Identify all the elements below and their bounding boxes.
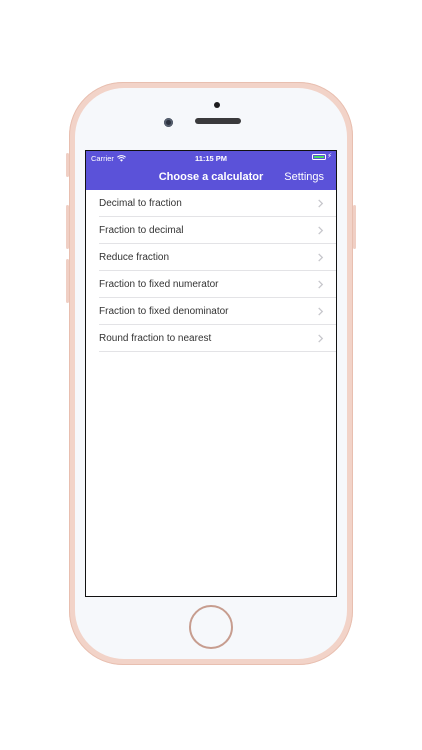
chevron-right-icon (318, 307, 324, 316)
front-camera (164, 118, 173, 127)
volume-down-button (66, 259, 69, 303)
earpiece-speaker (195, 118, 241, 124)
charging-bolt-icon: ⚡ (327, 153, 332, 160)
chevron-right-icon (318, 226, 324, 235)
proximity-sensor (214, 102, 220, 108)
row-label: Fraction to decimal (99, 225, 184, 236)
calculator-row-fraction-to-decimal[interactable]: Fraction to decimal (86, 217, 336, 244)
status-time: 11:15 PM (194, 154, 228, 163)
volume-up-button (66, 205, 69, 249)
settings-button[interactable]: Settings (284, 171, 324, 183)
row-label: Round fraction to nearest (99, 333, 212, 344)
row-label: Decimal to fraction (99, 198, 182, 209)
chevron-right-icon (318, 334, 324, 343)
status-bar: Carrier 11:15 PM ⚡ (86, 151, 336, 165)
row-label: Fraction to fixed numerator (99, 279, 219, 290)
row-divider (99, 351, 336, 352)
calculator-row-fixed-denominator[interactable]: Fraction to fixed denominator (86, 298, 336, 325)
home-button[interactable] (189, 605, 233, 649)
power-button (353, 205, 356, 249)
row-label: Fraction to fixed denominator (99, 306, 229, 317)
chevron-right-icon (318, 253, 324, 262)
battery-icon: ⚡ (312, 153, 332, 160)
row-label: Reduce fraction (99, 252, 170, 263)
calculator-row-fixed-numerator[interactable]: Fraction to fixed numerator (86, 271, 336, 298)
calculator-row-decimal-to-fraction[interactable]: Decimal to fraction (86, 190, 336, 217)
navigation-bar: Carrier 11:15 PM ⚡ Choose a calculator S… (86, 151, 336, 190)
calculator-row-round-fraction[interactable]: Round fraction to nearest (86, 325, 336, 352)
calculator-list: Decimal to fraction Fraction to decimal … (86, 190, 336, 352)
chevron-right-icon (318, 280, 324, 289)
chevron-right-icon (318, 199, 324, 208)
app-screen: Carrier 11:15 PM ⚡ Choose a calculator S… (85, 150, 337, 597)
mute-switch (66, 153, 69, 177)
calculator-row-reduce-fraction[interactable]: Reduce fraction (86, 244, 336, 271)
